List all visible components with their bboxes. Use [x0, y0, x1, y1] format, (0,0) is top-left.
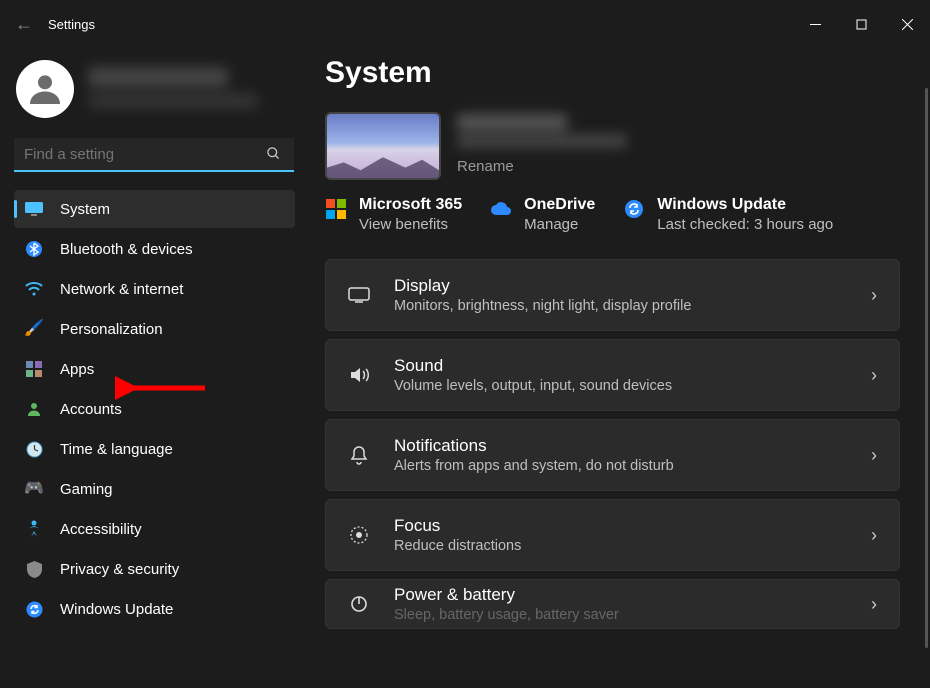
quick-title: OneDrive: [524, 196, 595, 214]
card-sub: Monitors, brightness, night light, displ…: [394, 298, 847, 314]
shield-icon: [24, 559, 44, 579]
nav: System Bluetooth & devices Network & int…: [14, 190, 295, 628]
update-icon: [24, 599, 44, 619]
card-sub: Alerts from apps and system, do not dist…: [394, 458, 847, 474]
chevron-right-icon: ›: [871, 285, 877, 306]
settings-list: Display Monitors, brightness, night light…: [325, 259, 918, 629]
chevron-right-icon: ›: [871, 365, 877, 386]
window-controls: [792, 8, 930, 40]
quick-sub: Last checked: 3 hours ago: [657, 216, 833, 233]
wifi-icon: [24, 279, 44, 299]
card-sound[interactable]: Sound Volume levels, output, input, sound…: [325, 339, 900, 411]
card-title: Focus: [394, 516, 847, 536]
sidebar-item-update[interactable]: Windows Update: [14, 590, 295, 628]
quick-title: Windows Update: [657, 196, 833, 214]
sidebar-item-network[interactable]: Network & internet: [14, 270, 295, 308]
sidebar-item-label: Time & language: [60, 441, 173, 458]
card-power[interactable]: Power & battery Sleep, battery usage, bat…: [325, 579, 900, 629]
bluetooth-icon: [24, 239, 44, 259]
close-button[interactable]: [884, 8, 930, 40]
avatar: [16, 60, 74, 118]
search-wrap: [14, 138, 295, 172]
chevron-right-icon: ›: [871, 445, 877, 466]
quick-update[interactable]: Windows Update Last checked: 3 hours ago: [623, 196, 833, 233]
gamepad-icon: 🎮: [24, 479, 44, 499]
device-row: Rename: [325, 112, 918, 180]
search-icon: [266, 146, 281, 164]
sidebar-item-accounts[interactable]: Accounts: [14, 390, 295, 428]
paintbrush-icon: 🖌️: [24, 319, 44, 339]
sidebar-item-label: Personalization: [60, 321, 163, 338]
user-card[interactable]: [16, 60, 295, 118]
sidebar-item-label: System: [60, 201, 110, 218]
card-focus[interactable]: Focus Reduce distractions ›: [325, 499, 900, 571]
clock-icon: [24, 439, 44, 459]
apps-icon: [24, 359, 44, 379]
card-display[interactable]: Display Monitors, brightness, night light…: [325, 259, 900, 331]
scrollbar[interactable]: [925, 88, 928, 648]
sidebar-item-apps[interactable]: Apps: [14, 350, 295, 388]
app-title: Settings: [48, 17, 95, 32]
sidebar-item-label: Accessibility: [60, 521, 142, 538]
content: System Rename Microsoft 365 View benefit…: [305, 48, 930, 688]
power-icon: [348, 595, 370, 613]
card-sub: Sleep, battery usage, battery saver: [394, 607, 847, 623]
sidebar-item-label: Gaming: [60, 481, 113, 498]
quick-microsoft365[interactable]: Microsoft 365 View benefits: [325, 196, 462, 233]
person-icon: [24, 399, 44, 419]
device-name-redacted: [457, 112, 637, 152]
card-notifications[interactable]: Notifications Alerts from apps and system…: [325, 419, 900, 491]
chevron-right-icon: ›: [871, 594, 877, 615]
page-title: System: [325, 56, 918, 90]
sidebar-item-label: Bluetooth & devices: [60, 241, 193, 258]
desktop-thumbnail[interactable]: [325, 112, 441, 180]
quick-sub: View benefits: [359, 216, 462, 233]
search-input[interactable]: [14, 138, 294, 172]
accessibility-icon: [24, 519, 44, 539]
back-button[interactable]: ←: [0, 0, 48, 48]
sidebar-item-label: Accounts: [60, 401, 122, 418]
monitor-icon: [24, 199, 44, 219]
microsoft-icon: [325, 198, 347, 220]
update-icon: [623, 198, 645, 220]
sidebar-item-bluetooth[interactable]: Bluetooth & devices: [14, 230, 295, 268]
sidebar-item-personalization[interactable]: 🖌️ Personalization: [14, 310, 295, 348]
card-sub: Reduce distractions: [394, 538, 847, 554]
quick-sub: Manage: [524, 216, 595, 233]
sidebar: System Bluetooth & devices Network & int…: [0, 48, 305, 688]
display-icon: [348, 287, 370, 303]
sidebar-item-privacy[interactable]: Privacy & security: [14, 550, 295, 588]
minimize-button[interactable]: [792, 8, 838, 40]
chevron-right-icon: ›: [871, 525, 877, 546]
titlebar: ← Settings: [0, 0, 930, 48]
card-title: Power & battery: [394, 585, 847, 605]
sidebar-item-system[interactable]: System: [14, 190, 295, 228]
card-title: Sound: [394, 356, 847, 376]
card-sub: Volume levels, output, input, sound devi…: [394, 378, 847, 394]
sidebar-item-label: Network & internet: [60, 281, 183, 298]
sound-icon: [348, 366, 370, 384]
sidebar-item-label: Privacy & security: [60, 561, 179, 578]
sidebar-item-accessibility[interactable]: Accessibility: [14, 510, 295, 548]
bell-icon: [348, 445, 370, 465]
quick-title: Microsoft 365: [359, 196, 462, 214]
sidebar-item-label: Windows Update: [60, 601, 173, 618]
quick-links: Microsoft 365 View benefits OneDrive Man…: [325, 196, 918, 233]
sidebar-item-time[interactable]: Time & language: [14, 430, 295, 468]
maximize-button[interactable]: [838, 8, 884, 40]
user-info-redacted: [88, 61, 268, 117]
rename-link[interactable]: Rename: [457, 158, 637, 175]
focus-icon: [348, 525, 370, 545]
cloud-icon: [490, 198, 512, 220]
sidebar-item-gaming[interactable]: 🎮 Gaming: [14, 470, 295, 508]
quick-onedrive[interactable]: OneDrive Manage: [490, 196, 595, 233]
card-title: Notifications: [394, 436, 847, 456]
card-title: Display: [394, 276, 847, 296]
sidebar-item-label: Apps: [60, 361, 94, 378]
